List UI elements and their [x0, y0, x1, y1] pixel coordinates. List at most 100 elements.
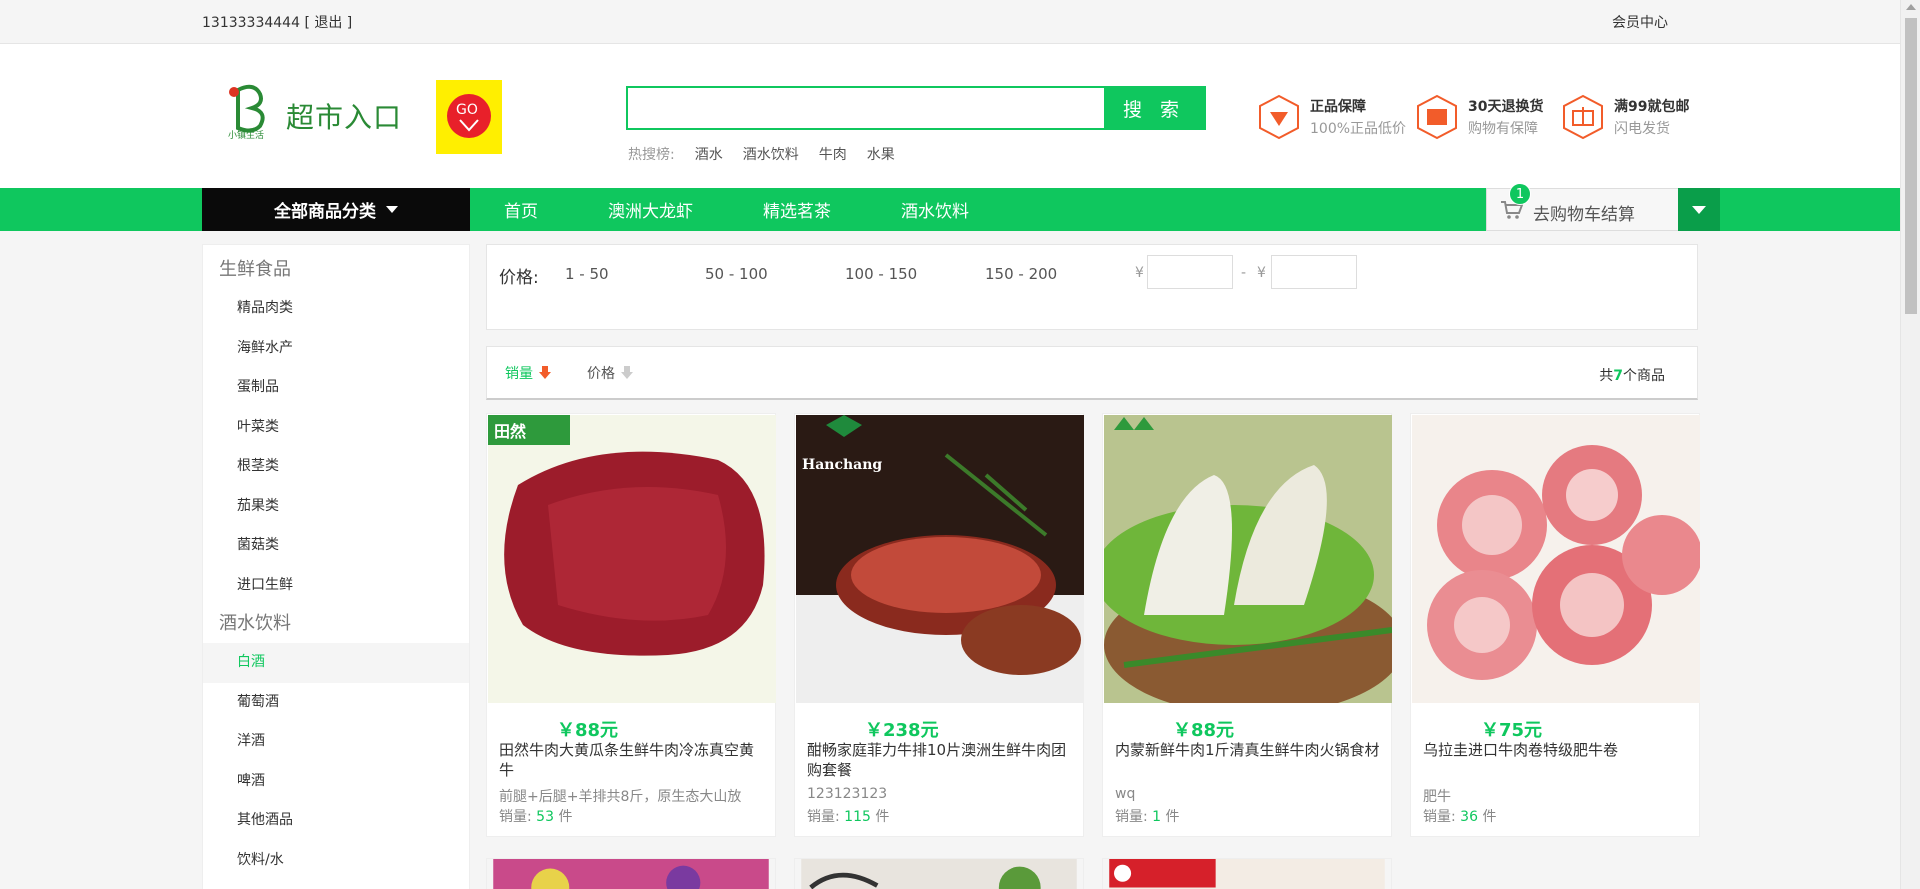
- svg-text:Hanchang: Hanchang: [802, 457, 882, 473]
- caret-down-icon: [386, 206, 398, 213]
- price-filter-label: 价格:: [499, 268, 539, 288]
- search-input[interactable]: [628, 88, 1106, 128]
- user-phone: 13133334444: [202, 15, 300, 31]
- sales-count: 1: [1152, 809, 1162, 825]
- product-name[interactable]: 酣畅家庭菲力牛排10片澳洲生鲜牛肉团购套餐: [807, 740, 1073, 780]
- member-center-link[interactable]: 会员中心: [1612, 12, 1668, 32]
- arrow-down-icon: [621, 366, 633, 379]
- promise-sub: 100%正品低价: [1310, 121, 1407, 137]
- sales-label: 销量:: [1423, 809, 1456, 825]
- scroll-up-icon[interactable]: [1906, 4, 1916, 10]
- max-price-input[interactable]: [1271, 255, 1357, 289]
- product-card[interactable]: Hanchang ￥238元 酣畅家庭菲力牛排10片澳洲生鲜牛肉团购套餐 123…: [794, 413, 1084, 837]
- sort-by-price[interactable]: 价格: [587, 363, 633, 383]
- sidebar-item[interactable]: 根茎类: [203, 447, 469, 487]
- product-name[interactable]: 内蒙新鲜牛肉1斤清真生鲜牛肉火锅食材: [1115, 740, 1381, 780]
- nav-item-tea[interactable]: 精选茗茶: [763, 197, 831, 222]
- product-desc: 肥牛: [1423, 789, 1451, 805]
- promise-sub: 闪电发货: [1614, 121, 1670, 137]
- sales-label: 销量:: [807, 809, 840, 825]
- product-sales: 销量: 115 件: [807, 806, 889, 826]
- search-box: 搜 索: [626, 86, 1206, 130]
- arrow-down-icon: [539, 366, 551, 379]
- product-name[interactable]: 田然牛肉大黄瓜条生鲜牛肉冷冻真空黄牛: [499, 740, 765, 780]
- logout-link[interactable]: [ 退出 ]: [304, 15, 352, 31]
- product-card[interactable]: ￥75元 乌拉圭进口牛肉卷特级肥牛卷 肥牛 销量: 36 件: [1410, 413, 1700, 837]
- hot-term[interactable]: 水果: [867, 144, 895, 164]
- promise-shipping: 满99就包邮 闪电发货: [1560, 92, 1700, 144]
- product-total: 共7个商品: [1599, 365, 1665, 385]
- product-sales: 销量: 36 件: [1423, 806, 1496, 826]
- product-image: [1104, 415, 1392, 703]
- cart-dropdown-toggle[interactable]: [1678, 188, 1720, 231]
- box-icon: [1417, 94, 1457, 140]
- nav-item-drinks[interactable]: 酒水饮料: [901, 197, 969, 222]
- price-range-option[interactable]: 1 - 50: [565, 265, 609, 283]
- product-name[interactable]: 乌拉圭进口牛肉卷特级肥牛卷: [1423, 740, 1689, 780]
- hot-term[interactable]: 牛肉: [819, 144, 847, 164]
- category-group-title: 生鲜食品: [219, 259, 291, 280]
- sales-label: 销量:: [499, 809, 532, 825]
- nav-menu: 首页 澳洲大龙虾 精选茗茶 酒水饮料: [504, 188, 1039, 231]
- product-card-partial[interactable]: [1102, 858, 1392, 889]
- hot-term[interactable]: 酒水: [695, 144, 723, 164]
- sidebar-item[interactable]: 海鲜水产: [203, 329, 469, 369]
- sort-by-sales[interactable]: 销量: [505, 363, 551, 383]
- product-desc: wq: [1115, 786, 1136, 802]
- promise-title: 30天退换货: [1468, 99, 1544, 115]
- promise-sub: 购物有保障: [1468, 121, 1538, 137]
- sidebar-item[interactable]: 葡萄酒: [203, 683, 469, 723]
- category-sidebar: 生鲜食品 精品肉类 海鲜水产 蛋制品 叶菜类 根茎类 茄果类 菌菇类 进口生鲜 …: [202, 244, 470, 889]
- sales-label: 销量:: [1115, 809, 1148, 825]
- product-card[interactable]: 田然 ￥88元 田然牛肉大黄瓜条生鲜牛肉冷冻真空黄牛 前腿+后腿+羊排共8斤，原…: [486, 413, 776, 837]
- product-desc: 前腿+后腿+羊排共8斤，原生态大山放: [499, 789, 742, 805]
- min-price-input[interactable]: [1147, 255, 1233, 289]
- sales-count: 53: [536, 809, 554, 825]
- sidebar-item-active[interactable]: 白酒: [203, 643, 469, 683]
- go-badge-icon: GO: [436, 80, 502, 154]
- price-range-option[interactable]: 150 - 200: [985, 265, 1057, 283]
- search-button[interactable]: 搜 索: [1104, 88, 1204, 128]
- currency-symbol: ¥: [1135, 265, 1144, 281]
- nav-item-lobster[interactable]: 澳洲大龙虾: [608, 197, 693, 222]
- sidebar-item[interactable]: 蛋制品: [203, 368, 469, 408]
- total-count: 7: [1613, 368, 1623, 384]
- site-logo[interactable]: 小镇生活 超市入口 GO: [218, 80, 502, 154]
- product-card-partial[interactable]: [486, 858, 776, 889]
- sidebar-item[interactable]: 叶菜类: [203, 408, 469, 448]
- diamond-icon: [1259, 94, 1299, 140]
- category-group-title: 酒水饮料: [219, 613, 291, 634]
- sidebar-item[interactable]: 进口生鲜: [203, 566, 469, 606]
- all-categories-button[interactable]: 全部商品分类: [202, 188, 470, 231]
- user-info: 13133334444 [ 退出 ]: [202, 12, 352, 32]
- gift-icon: [1563, 94, 1603, 140]
- hot-label: 热搜榜:: [628, 147, 675, 163]
- product-price: ￥88元: [557, 720, 619, 741]
- currency-symbol: ¥: [1257, 265, 1266, 281]
- promise-title: 正品保障: [1310, 99, 1366, 115]
- sidebar-item[interactable]: 菌菇类: [203, 526, 469, 566]
- nav-item-home[interactable]: 首页: [504, 197, 538, 222]
- hot-term[interactable]: 酒水饮料: [743, 144, 799, 164]
- sidebar-item[interactable]: 茄果类: [203, 487, 469, 527]
- cart-button[interactable]: 1 去购物车结算: [1486, 183, 1720, 231]
- svg-text:小镇生活: 小镇生活: [228, 129, 264, 140]
- product-sales: 销量: 53 件: [499, 806, 572, 826]
- product-card-partial[interactable]: [794, 858, 1084, 889]
- sidebar-item[interactable]: 其他酒品: [203, 801, 469, 841]
- sidebar-item[interactable]: 饮料/水: [203, 841, 469, 881]
- price-range-option[interactable]: 100 - 150: [845, 265, 917, 283]
- sidebar-item[interactable]: 精品肉类: [203, 289, 469, 329]
- top-bar: 13133334444 [ 退出 ] 会员中心: [0, 0, 1920, 44]
- main-nav: 全部商品分类 首页 澳洲大龙虾 精选茗茶 酒水饮料 1 去购物车结算: [0, 183, 1900, 231]
- sort-bar: 销量 价格 共7个商品: [486, 346, 1698, 400]
- sidebar-item[interactable]: 洋酒: [203, 722, 469, 762]
- sales-count: 36: [1460, 809, 1478, 825]
- product-card[interactable]: ￥88元 内蒙新鲜牛肉1斤清真生鲜牛肉火锅食材 wq 销量: 1 件: [1102, 413, 1392, 837]
- scrollbar-thumb[interactable]: [1905, 18, 1917, 314]
- sales-unit: 件: [1165, 809, 1180, 825]
- caret-down-icon: [1692, 205, 1706, 214]
- price-range-option[interactable]: 50 - 100: [705, 265, 768, 283]
- sidebar-item[interactable]: 啤酒: [203, 762, 469, 802]
- page-scrollbar[interactable]: [1900, 0, 1920, 889]
